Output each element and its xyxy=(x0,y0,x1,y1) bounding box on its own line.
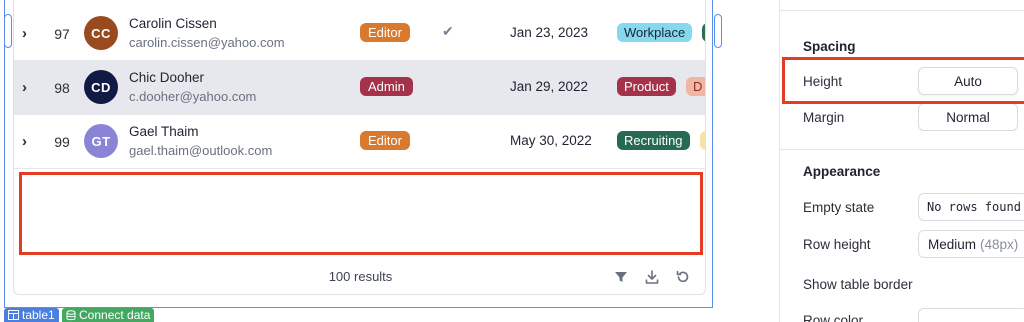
filter-icon[interactable] xyxy=(613,269,629,285)
avatar: GT xyxy=(84,124,118,158)
user-email: c.dooher@yahoo.com xyxy=(129,89,257,104)
table-footer: 100 results xyxy=(14,261,705,294)
spacing-section-title: Spacing xyxy=(803,39,856,54)
check-icon: ✔ xyxy=(442,23,454,39)
row-height-select[interactable]: Medium (48px) xyxy=(918,230,1024,258)
chevron-right-icon[interactable]: › xyxy=(22,133,27,150)
component-name-badge[interactable]: table1 xyxy=(4,308,59,322)
tag-badge xyxy=(700,131,705,150)
tag-badge: Workplace xyxy=(617,23,693,42)
appearance-section-title: Appearance xyxy=(803,164,881,179)
chevron-right-icon[interactable]: › xyxy=(22,79,27,96)
component-name: table1 xyxy=(22,308,55,322)
refresh-icon[interactable] xyxy=(675,269,691,285)
row-id: 97 xyxy=(54,26,70,42)
canvas: › 97 CC Carolin Cissen carolin.cissen@ya… xyxy=(0,0,778,322)
avatar: CC xyxy=(84,16,118,50)
empty-state-label: Empty state xyxy=(803,200,875,215)
user-name: Gael Thaim xyxy=(129,124,199,139)
margin-label: Margin xyxy=(803,110,845,125)
divider xyxy=(780,10,1024,11)
role-badge: Editor xyxy=(360,131,410,150)
user-email: gael.thaim@outlook.com xyxy=(129,143,273,158)
connect-data-label: Connect data xyxy=(79,308,151,322)
tag-badge: D xyxy=(686,77,705,96)
row-id: 98 xyxy=(54,80,70,96)
role-badge: Admin xyxy=(360,77,413,96)
avatar: CD xyxy=(84,70,118,104)
tag-badge xyxy=(702,23,705,42)
empty-area-highlight xyxy=(19,172,703,255)
user-name: Carolin Cissen xyxy=(129,16,217,31)
table-row[interactable]: › 97 CC Carolin Cissen carolin.cissen@ya… xyxy=(14,7,705,61)
download-icon[interactable] xyxy=(644,269,660,285)
database-icon xyxy=(66,309,76,320)
role-badge: Editor xyxy=(360,23,410,42)
date-cell: May 30, 2022 xyxy=(510,133,592,148)
table-icon xyxy=(8,310,19,320)
table-row[interactable]: › 98 CD Chic Dooher c.dooher@yahoo.com A… xyxy=(14,61,705,115)
resize-handle-right[interactable] xyxy=(714,14,722,48)
show-border-label: Show table border xyxy=(803,277,913,292)
row-height-label: Row height xyxy=(803,237,871,252)
row-color-select[interactable] xyxy=(918,308,1024,322)
empty-state-input[interactable]: No rows found xyxy=(918,193,1024,221)
user-email: carolin.cissen@yahoo.com xyxy=(129,35,285,50)
row-id: 99 xyxy=(54,134,70,150)
row-height-value: Medium xyxy=(928,236,977,252)
height-row-highlight xyxy=(782,57,1024,104)
tag-badge: Recruiting xyxy=(617,131,690,150)
tag-badge: Product xyxy=(617,77,676,96)
row-height-hint: (48px) xyxy=(980,236,1019,252)
connect-data-button[interactable]: Connect data xyxy=(62,308,155,322)
resize-handle-left[interactable] xyxy=(4,14,12,48)
row-color-label: Row color xyxy=(803,313,864,322)
results-count: 100 results xyxy=(328,269,393,284)
divider xyxy=(780,149,1024,150)
margin-normal-label: Normal xyxy=(946,109,990,125)
date-cell: Jan 23, 2023 xyxy=(510,25,589,40)
table-row[interactable]: › 99 GT Gael Thaim gael.thaim@outlook.co… xyxy=(14,115,705,169)
chevron-right-icon[interactable]: › xyxy=(22,25,27,42)
inspector-panel: Spacing Height Auto Margin Normal Appear… xyxy=(779,0,1024,322)
date-cell: Jan 29, 2022 xyxy=(510,79,589,94)
empty-state-value: No rows found xyxy=(927,200,1021,214)
margin-normal-option[interactable]: Normal xyxy=(918,103,1018,131)
user-name: Chic Dooher xyxy=(129,70,205,85)
